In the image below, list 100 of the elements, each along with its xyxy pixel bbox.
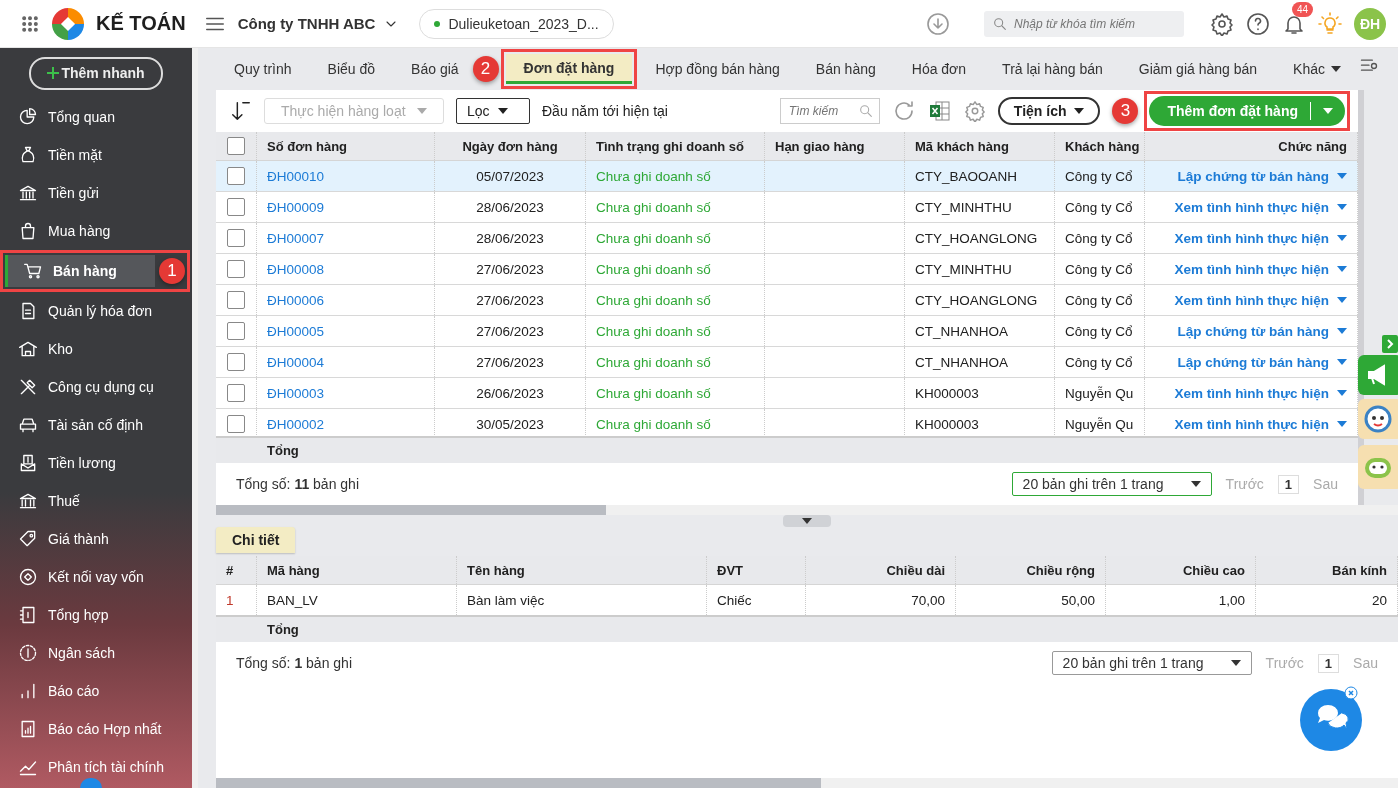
checkbox[interactable] xyxy=(227,137,245,155)
period-label: Đầu năm tới hiện tại xyxy=(542,103,668,119)
order-number-link[interactable]: ĐH00010 xyxy=(267,168,325,184)
column-header[interactable]: Chiều dài xyxy=(806,556,956,584)
horizontal-scrollbar[interactable] xyxy=(216,505,1398,515)
column-header[interactable]: Chiều cao xyxy=(1106,556,1256,584)
caret-icon xyxy=(1337,390,1347,396)
table-row[interactable]: ĐH00010 05/07/2023 Chưa ghi doanh số CTY_BAOOANH Công ty Cổ Lập chứng từ bán hàng xyxy=(216,161,1358,192)
tab[interactable]: Hóa đơn xyxy=(893,52,985,86)
order-number-link[interactable]: ĐH00003 xyxy=(267,385,325,401)
sidebar-item[interactable]: Tài sản cố định xyxy=(0,406,190,444)
order-number-link[interactable]: ĐH00007 xyxy=(267,230,325,246)
detail-tab[interactable]: Chi tiết xyxy=(216,527,296,553)
filter-button[interactable]: Lọc xyxy=(456,98,530,124)
tab[interactable]: Giảm giá hàng bán xyxy=(1120,52,1276,86)
tab[interactable]: Bán hàng xyxy=(797,52,894,86)
tab[interactable]: Hợp đồng bán hàng xyxy=(637,52,798,86)
checkbox[interactable] xyxy=(227,353,245,371)
action-link[interactable]: Xem tình hình thực hiện xyxy=(1145,192,1358,222)
sidebar-item[interactable]: Báo cáo xyxy=(0,672,190,710)
checkbox[interactable] xyxy=(227,291,245,309)
tab[interactable]: Đơn đặt hàng xyxy=(505,54,633,84)
quick-add-button[interactable]: Thêm nhanh xyxy=(29,56,163,90)
action-link[interactable]: Lập chứng từ bán hàng xyxy=(1145,316,1358,346)
table-row[interactable]: ĐH00009 28/06/2023 Chưa ghi doanh số CTY_MINHTHU Công ty Cổ Xem tình hình thực hiện xyxy=(216,192,1358,223)
column-header[interactable]: Mã hàng xyxy=(257,556,457,584)
order-number-link[interactable]: ĐH00002 xyxy=(267,416,325,432)
column-header[interactable]: Mã khách hàng xyxy=(905,132,1055,160)
horizontal-scrollbar[interactable] xyxy=(216,778,1398,788)
order-number-link[interactable]: ĐH00005 xyxy=(267,323,325,339)
sidebar-item[interactable]: Phân tích tài chính xyxy=(0,748,190,786)
checkbox[interactable] xyxy=(227,198,245,216)
page-number[interactable]: 1 xyxy=(1317,653,1340,673)
sidebar-item[interactable]: Bán hàng xyxy=(5,255,155,287)
order-number-link[interactable]: ĐH00004 xyxy=(267,354,325,370)
sidebar-item[interactable]: Tiền mặt xyxy=(0,136,190,174)
sidebar-item[interactable]: Mua hàng xyxy=(0,212,190,250)
search-field[interactable]: Tìm kiếm xyxy=(779,98,880,124)
sidebar-item[interactable]: Kết nối vay vốn xyxy=(0,558,190,596)
checkbox[interactable] xyxy=(227,260,245,278)
page-number[interactable]: 1 xyxy=(1277,474,1300,494)
tab[interactable]: Biểu đồ xyxy=(309,52,394,86)
table-row[interactable]: ĐH00005 27/06/2023 Chưa ghi doanh số CT_NHANHOA Công ty Cổ Lập chứng từ bán hàng xyxy=(216,316,1358,347)
scrollbar-thumb[interactable] xyxy=(216,778,821,788)
column-header[interactable]: Tình trạng ghi doanh số xyxy=(586,132,765,160)
column-header[interactable]: # xyxy=(216,556,257,584)
table-row[interactable]: ĐH00004 27/06/2023 Chưa ghi doanh số CT_NHANHOA Công ty Cổ Lập chứng từ bán hàng xyxy=(216,347,1358,378)
action-link[interactable]: Xem tình hình thực hiện xyxy=(1145,285,1358,315)
sidebar-item[interactable]: Quản lý hóa đơn xyxy=(0,292,190,330)
checkbox[interactable] xyxy=(227,415,245,433)
table-row[interactable]: ĐH00008 27/06/2023 Chưa ghi doanh số CTY_MINHTHU Công ty Cổ Xem tình hình thực hiện xyxy=(216,254,1358,285)
action-link[interactable]: Lập chứng từ bán hàng xyxy=(1145,161,1358,191)
action-link[interactable]: Xem tình hình thực hiện xyxy=(1145,223,1358,253)
sidebar-item[interactable]: Tiền lương xyxy=(0,444,190,482)
tab[interactable]: Trả lại hàng bán xyxy=(984,52,1121,86)
sidebar-item[interactable]: Ngân sách xyxy=(0,634,190,672)
checkbox[interactable] xyxy=(227,229,245,247)
order-number-link[interactable]: ĐH00008 xyxy=(267,261,325,277)
sidebar-item[interactable]: Tiền gửi xyxy=(0,174,190,212)
order-number-link[interactable]: ĐH00006 xyxy=(267,292,325,308)
checkbox[interactable] xyxy=(227,167,245,185)
sidebar-item[interactable]: Báo cáo Hợp nhất xyxy=(0,710,190,748)
action-link[interactable]: Xem tình hình thực hiện xyxy=(1145,254,1358,284)
column-header[interactable]: ĐVT xyxy=(707,556,806,584)
table-row[interactable]: ĐH00007 28/06/2023 Chưa ghi doanh số CTY_HOANGLONG Công ty Cổ Xem tình hình thực hiện xyxy=(216,223,1358,254)
collapse-toggle[interactable] xyxy=(783,515,831,527)
column-header[interactable]: Chức năng xyxy=(1145,132,1358,160)
checkbox[interactable] xyxy=(227,322,245,340)
sidebar-item[interactable]: Công cụ dụng cụ xyxy=(0,368,190,406)
sidebar-item[interactable]: Kho xyxy=(0,330,190,368)
page-size-select[interactable]: 20 bản ghi trên 1 trang xyxy=(1011,472,1212,496)
excel-icon[interactable] xyxy=(927,99,952,123)
tab[interactable]: Quy trình xyxy=(216,52,310,86)
page-size-select[interactable]: 20 bản ghi trên 1 trang xyxy=(1051,651,1252,675)
megaphone-button[interactable] xyxy=(1358,355,1398,395)
app-name: KẾ TOÁN xyxy=(96,12,186,35)
column-header[interactable]: Hạn giao hàng xyxy=(765,132,905,160)
utilities-button[interactable]: Tiện ích xyxy=(997,97,1101,125)
column-header[interactable]: Chiều rộng xyxy=(956,556,1106,584)
table-row[interactable]: ĐH00006 27/06/2023 Chưa ghi doanh số CTY_HOANGLONG Công ty Cổ Xem tình hình thực hiện xyxy=(216,285,1358,316)
column-header[interactable]: Khách hàng xyxy=(1055,132,1145,160)
sidebar-item[interactable]: Tổng quan xyxy=(0,98,190,136)
more-menu[interactable]: Khác xyxy=(1275,52,1359,86)
chatbot-mascot-icon[interactable] xyxy=(1358,445,1398,489)
column-header[interactable]: Tên hàng xyxy=(457,556,707,584)
support-mascot-icon[interactable] xyxy=(1358,399,1398,439)
sidebar-item[interactable]: Tổng hợp xyxy=(0,596,190,634)
order-number-link[interactable]: ĐH00009 xyxy=(267,199,325,215)
caret-icon xyxy=(1337,204,1347,210)
column-header[interactable]: Số đơn hàng xyxy=(257,132,435,160)
chat-button[interactable] xyxy=(1298,685,1364,751)
column-header[interactable]: Bán kính xyxy=(1256,556,1398,584)
checkbox[interactable] xyxy=(227,384,245,402)
scrollbar-thumb[interactable] xyxy=(216,505,606,515)
search-field[interactable]: Nhập từ khóa tìm kiếm xyxy=(984,10,1184,37)
sidebar-item[interactable]: Giá thành xyxy=(0,520,190,558)
table-row[interactable]: ĐH00003 26/06/2023 Chưa ghi doanh số KH000003 Nguyễn Qu Xem tình hình thực hiện xyxy=(216,378,1358,409)
company-selector[interactable]: Công ty TNHH ABC xyxy=(237,15,400,32)
column-header[interactable]: Ngày đơn hàng xyxy=(435,132,586,160)
sidebar-item[interactable]: Thuế xyxy=(0,482,190,520)
